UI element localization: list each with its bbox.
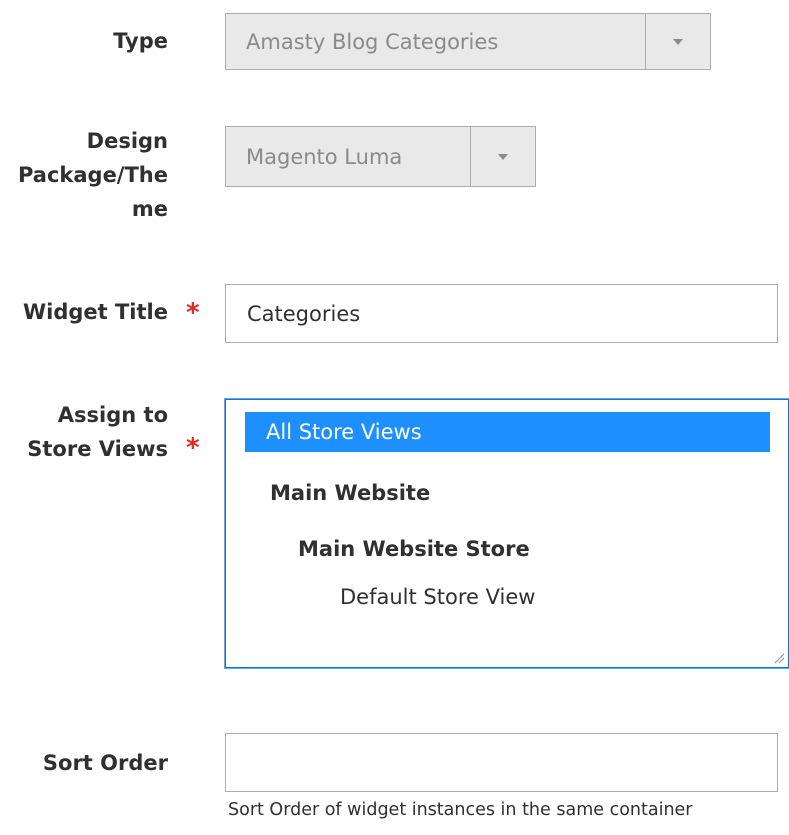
chevron-down-icon [498, 153, 508, 160]
chevron-down-icon [673, 38, 683, 45]
resize-handle-icon[interactable] [773, 652, 785, 664]
store-views-required-mark: * [186, 433, 200, 463]
type-label: Type [113, 29, 168, 53]
store-views-multiselect[interactable]: All Store Views Main Website Main Websit… [225, 399, 789, 668]
store-view-option-main-website-store[interactable]: Main Website Store [298, 529, 530, 569]
store-views-label: Assign to Store Views [27, 398, 168, 466]
type-select-toggle[interactable] [645, 14, 710, 69]
design-package-select[interactable]: Magento Luma [225, 126, 536, 187]
sort-order-note: Sort Order of widget instances in the sa… [228, 800, 693, 820]
store-views-label-line-2: Store Views [27, 437, 168, 461]
widget-title-required-mark: * [186, 298, 200, 328]
design-package-label-line-2: Package/The [17, 163, 168, 187]
type-select[interactable]: Amasty Blog Categories [225, 13, 711, 70]
store-view-option-default[interactable]: Default Store View [340, 577, 535, 617]
design-package-label-line-3: me [131, 197, 168, 221]
store-view-option-all[interactable]: All Store Views [245, 412, 770, 452]
store-views-label-line-1: Assign to [57, 403, 168, 427]
design-package-label: Design Package/The me [18, 124, 168, 226]
type-select-value: Amasty Blog Categories [246, 29, 499, 54]
sort-order-label: Sort Order [42, 751, 168, 775]
widget-title-label: Widget Title [22, 300, 168, 324]
design-package-label-line-1: Design [86, 129, 168, 153]
widget-title-input[interactable]: Categories [225, 284, 778, 343]
widget-settings-form: Type Amasty Blog Categories Design Packa… [0, 0, 789, 835]
sort-order-input[interactable] [225, 733, 778, 792]
store-view-option-main-website[interactable]: Main Website [270, 473, 430, 513]
design-package-select-toggle[interactable] [470, 127, 535, 186]
design-package-select-value: Magento Luma [246, 144, 403, 169]
